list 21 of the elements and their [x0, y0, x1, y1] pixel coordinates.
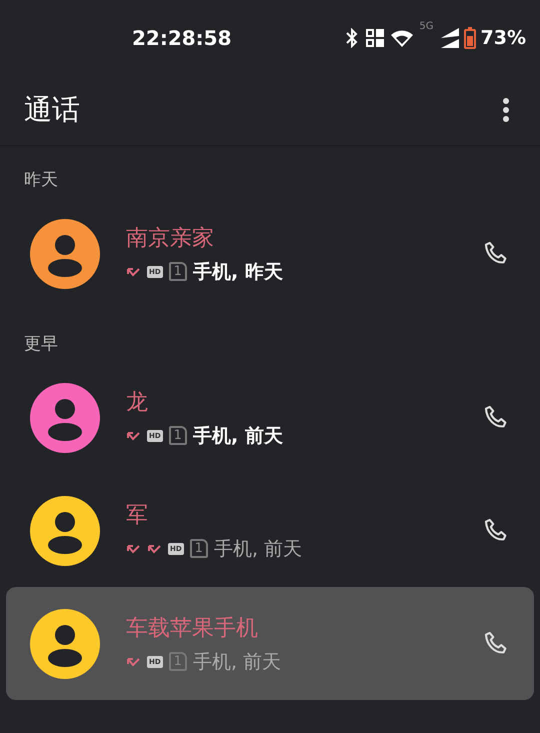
- contact-name: 军: [126, 502, 149, 530]
- more-options-icon[interactable]: [502, 97, 510, 123]
- sim-badge: 1: [168, 426, 187, 445]
- battery-icon: [464, 26, 476, 48]
- call-detail: 手机, 前天: [192, 424, 283, 448]
- call-detail: 手机, 前天: [192, 650, 282, 674]
- wifi-icon: [390, 28, 414, 46]
- network-label: 5G: [419, 21, 434, 32]
- battery-percent: 73%: [480, 26, 526, 48]
- status-time: 22:28:58: [132, 26, 232, 50]
- sim-badge: 1: [168, 262, 187, 281]
- call-detail: 手机, 昨天: [192, 260, 283, 284]
- section-heading: 更早: [23, 333, 59, 356]
- signal-icon: [438, 28, 459, 48]
- section-heading: 昨天: [23, 169, 59, 192]
- call-detail: 手机, 前天: [214, 536, 302, 562]
- contact-name: 龙: [126, 388, 149, 416]
- sim-badge: 1: [190, 539, 208, 558]
- contact-name: 南京亲家: [126, 224, 215, 252]
- contact-name: 车载苹果手机: [126, 614, 259, 642]
- page-title: 通话: [24, 92, 80, 128]
